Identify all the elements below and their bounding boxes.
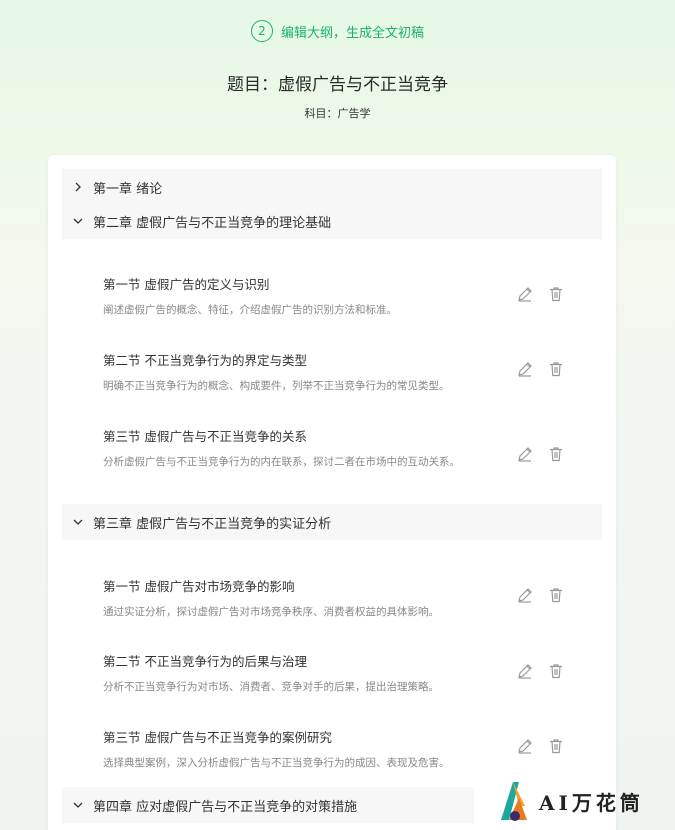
logo-text: AI万花筒 [539, 790, 644, 815]
section-title: 第一节 虚假广告对市场竞争的影响 [103, 579, 295, 594]
trash-icon[interactable] [547, 445, 565, 463]
chapter-3[interactable]: 第三章 虚假广告与不正当竞争的实证分析 [62, 504, 602, 540]
trash-icon[interactable] [547, 737, 565, 755]
step-number: 2 [250, 20, 273, 42]
chapter-2[interactable]: 第二章 虚假广告与不正当竞争的理论基础 [62, 203, 602, 239]
logo-icon [501, 782, 527, 821]
step-indicator: 2 编辑大纲，生成全文初稿 [0, 20, 675, 42]
pencil-icon[interactable] [516, 360, 534, 378]
pencil-icon[interactable] [516, 737, 534, 755]
pencil-icon[interactable] [516, 445, 534, 463]
brand-logo: AI万花筒 [495, 772, 665, 830]
trash-icon[interactable] [547, 662, 565, 680]
section-item: 第二节 不正当竞争行为的后果与治理 分析不正当竞争行为对市场、消费者、竞争对手的… [103, 651, 573, 696]
chapter-label: 第一章 绪论 [93, 181, 163, 197]
section-title: 第二节 不正当竞争行为的界定与类型 [103, 353, 307, 368]
section-item: 第一节 虚假广告的定义与识别 阐述虚假广告的概念、特征，介绍虚假广告的识别方法和… [103, 274, 573, 319]
section-item: 第一节 虚假广告对市场竞争的影响 通过实证分析，探讨虚假广告对市场竞争秩序、消费… [103, 576, 573, 621]
section-title: 第三节 虚假广告与不正当竞争的案例研究 [103, 730, 332, 745]
chevron-right-icon [75, 182, 81, 192]
section-desc: 分析虚假广告与不正当竞争行为的内在联系，探讨二者在市场中的互动关系。 [103, 456, 460, 468]
subject-label: 科目：广告学 [304, 107, 371, 120]
chapter-label: 第四章 应对虚假广告与不正当竞争的对策措施 [93, 799, 358, 815]
pencil-icon[interactable] [516, 285, 534, 303]
trash-icon[interactable] [547, 586, 565, 604]
section-desc: 分析不正当竞争行为对市场、消费者、竞争对手的后果，提出治理策略。 [103, 681, 439, 693]
chapter-1[interactable]: 第一章 绪论 [62, 169, 602, 205]
trash-icon[interactable] [547, 360, 565, 378]
section-item: 第三节 虚假广告与不正当竞争的案例研究 选择典型案例，深入分析虚假广告与不正当竞… [103, 727, 573, 772]
page-title: 题目：虚假广告与不正当竞争 [227, 75, 448, 95]
section-desc: 阐述虚假广告的概念、特征，介绍虚假广告的识别方法和标准。 [103, 304, 397, 316]
section-desc: 选择典型案例，深入分析虚假广告与不正当竞争行为的成因、表现及危害。 [103, 757, 450, 769]
section-item: 第三节 虚假广告与不正当竞争的关系 分析虚假广告与不正当竞争行为的内在联系，探讨… [103, 426, 503, 471]
outline-card: 第一章 绪论 第二章 虚假广告与不正当竞争的理论基础 第一节 虚假广告的定义与识… [48, 155, 616, 830]
pencil-icon[interactable] [516, 586, 534, 604]
chapter-4[interactable]: 第四章 应对虚假广告与不正当竞争的对策措施 [62, 787, 474, 823]
chapter-label: 第二章 虚假广告与不正当竞争的理论基础 [93, 215, 332, 231]
section-title: 第三节 虚假广告与不正当竞争的关系 [103, 429, 307, 444]
step-label: 编辑大纲，生成全文初稿 [280, 25, 424, 41]
chevron-down-icon [73, 519, 83, 525]
section-title: 第一节 虚假广告的定义与识别 [103, 277, 270, 292]
section-desc: 通过实证分析，探讨虚假广告对市场竞争秩序、消费者权益的具体影响。 [103, 606, 439, 618]
section-desc: 明确不正当竞争行为的概念、构成要件，列举不正当竞争行为的常见类型。 [103, 380, 450, 392]
chevron-down-icon [73, 218, 83, 224]
section-title: 第二节 不正当竞争行为的后果与治理 [103, 654, 307, 669]
chapter-label: 第三章 虚假广告与不正当竞争的实证分析 [93, 516, 332, 532]
pencil-icon[interactable] [516, 662, 534, 680]
chevron-down-icon [73, 802, 83, 808]
trash-icon[interactable] [547, 285, 565, 303]
section-item: 第二节 不正当竞争行为的界定与类型 明确不正当竞争行为的概念、构成要件，列举不正… [103, 350, 573, 395]
